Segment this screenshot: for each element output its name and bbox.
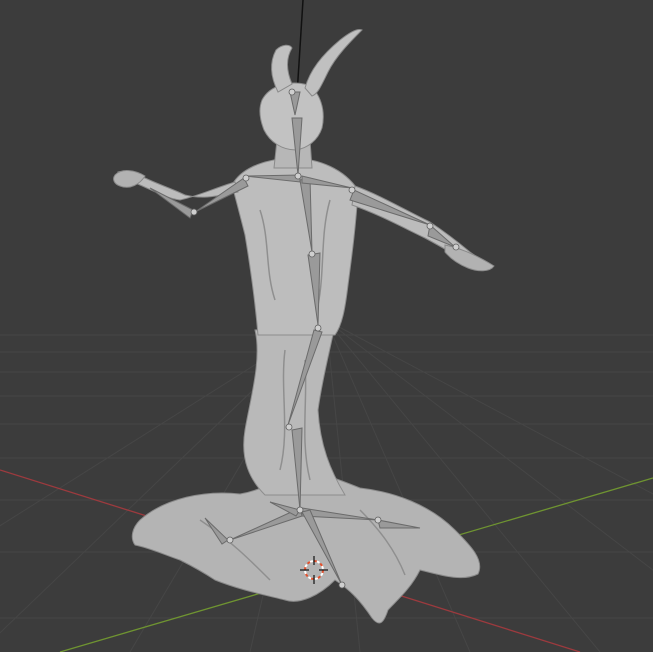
left-horn <box>271 44 293 93</box>
3d-viewport[interactable] <box>0 0 653 652</box>
right-horn <box>304 29 363 97</box>
sculpt-mesh[interactable] <box>113 29 495 624</box>
right-hand <box>444 244 495 272</box>
viewport-scene[interactable] <box>0 0 653 652</box>
armature-relation-line <box>296 0 304 96</box>
lower-body <box>243 324 346 496</box>
